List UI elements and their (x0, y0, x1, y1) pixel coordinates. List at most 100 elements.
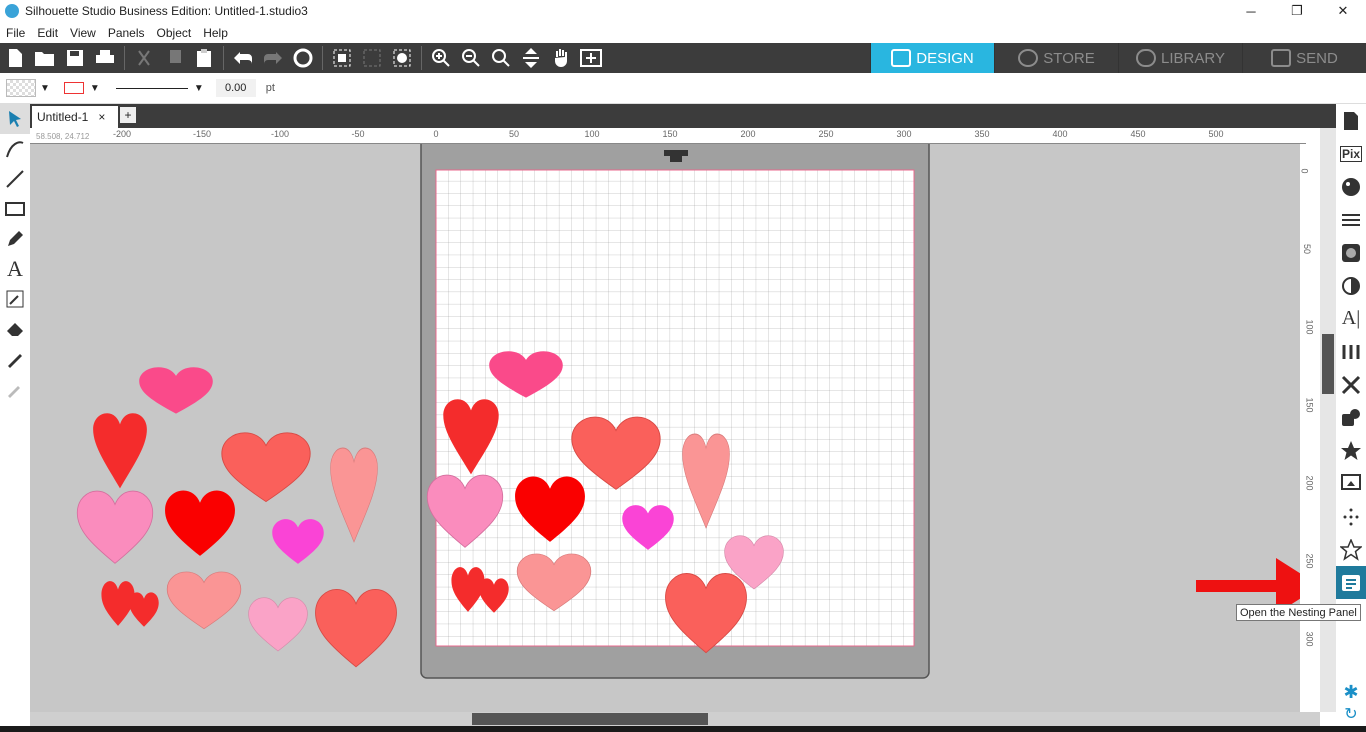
menu-view[interactable]: View (64, 26, 102, 40)
workspace-tabs: DESIGN STORE LIBRARY SEND (870, 43, 1366, 73)
transform-icon[interactable] (1336, 368, 1366, 401)
menu-bar: File Edit View Panels Object Help (0, 22, 1366, 43)
zoom-select-icon[interactable] (486, 43, 516, 73)
print-icon[interactable] (90, 43, 120, 73)
left-toolbar: A (0, 104, 30, 732)
line-style-icon[interactable] (1336, 203, 1366, 236)
vertical-scroll-thumb[interactable] (1322, 334, 1334, 394)
app-logo-icon (5, 4, 19, 18)
tab-library[interactable]: LIBRARY (1118, 43, 1242, 73)
cut-icon[interactable] (129, 43, 159, 73)
undo-icon[interactable] (228, 43, 258, 73)
heart-shape[interactable] (315, 588, 397, 668)
fill-color-icon[interactable] (1336, 170, 1366, 203)
vertical-scrollbar[interactable] (1320, 128, 1336, 712)
heart-shape[interactable] (248, 597, 308, 652)
vertical-ruler: 0 50 100 150 200 250 300 (1300, 144, 1320, 712)
tab-design[interactable]: DESIGN (870, 43, 994, 73)
trace-icon[interactable] (1336, 269, 1366, 302)
line-color-swatch[interactable] (63, 82, 84, 94)
redo-icon[interactable] (258, 43, 288, 73)
heart-shape[interactable] (165, 490, 235, 556)
design-canvas[interactable] (30, 144, 1300, 712)
menu-edit[interactable]: Edit (31, 26, 64, 40)
modify-icon[interactable] (1336, 434, 1366, 467)
line-weight-input[interactable]: 0.00 (215, 79, 256, 97)
nesting-panel-icon[interactable] (1336, 566, 1366, 599)
zoom-fit-icon[interactable] (576, 43, 606, 73)
tab-store[interactable]: STORE (994, 43, 1118, 73)
heart-shape[interactable] (272, 519, 324, 564)
copy-icon[interactable] (159, 43, 189, 73)
document-tab[interactable]: Untitled-1 × (32, 106, 118, 128)
eraser-tool-icon[interactable] (0, 314, 30, 344)
horizontal-scrollbar[interactable] (30, 712, 1320, 726)
group-icon[interactable] (327, 43, 357, 73)
fill-swatch[interactable] (6, 79, 36, 97)
heart-shape[interactable] (221, 432, 311, 503)
knife-tool-icon[interactable] (0, 344, 30, 374)
text-tool-icon[interactable]: A (0, 254, 30, 284)
point-edit-icon[interactable] (0, 134, 30, 164)
offset-icon[interactable] (1336, 467, 1366, 500)
window-title: Silhouette Studio Business Edition: Unti… (25, 4, 308, 18)
main-toolbar: DESIGN STORE LIBRARY SEND (0, 43, 1366, 73)
right-panel-bar: Pix A| ◀ (1336, 104, 1366, 732)
menu-file[interactable]: File (0, 26, 31, 40)
close-tab-icon[interactable]: × (98, 110, 105, 124)
close-window-button[interactable]: ✕ (1320, 0, 1366, 22)
line-weight-unit: pt (265, 82, 275, 94)
heart-shape[interactable] (129, 592, 159, 627)
quick-access-bar: ▼ ▼ ▼ 0.00 pt (0, 73, 1366, 104)
line-style-preview[interactable] (115, 87, 188, 89)
canvas-drawing (76, 144, 1300, 679)
pencil-tool-icon[interactable] (0, 224, 30, 254)
align-icon[interactable] (1336, 335, 1366, 368)
redraw-icon[interactable] (288, 43, 318, 73)
bottom-edge (0, 726, 1366, 732)
zoom-out-icon[interactable] (456, 43, 486, 73)
line-color-dropdown-icon[interactable]: ▼ (90, 83, 100, 94)
heart-shape[interactable] (93, 413, 147, 489)
eyedropper-tool-icon[interactable] (0, 374, 30, 404)
add-tab-button[interactable]: + (120, 107, 136, 123)
favorites-star-icon[interactable] (1336, 533, 1366, 566)
menu-help[interactable]: Help (197, 26, 234, 40)
new-file-icon[interactable] (0, 43, 30, 73)
sync-icon[interactable]: ↻ (1340, 704, 1362, 724)
text-style-icon[interactable]: A| (1336, 302, 1366, 335)
fill-tool-icon[interactable] (0, 284, 30, 314)
paste-icon[interactable] (189, 43, 219, 73)
line-style-dropdown-icon[interactable]: ▼ (194, 83, 204, 94)
image-effects-icon[interactable] (1336, 236, 1366, 269)
zoom-in-icon[interactable] (426, 43, 456, 73)
line-tool-icon[interactable] (0, 164, 30, 194)
menu-object[interactable]: Object (151, 26, 198, 40)
sketch-icon[interactable] (1336, 500, 1366, 533)
ungroup-icon[interactable] (357, 43, 387, 73)
open-folder-icon[interactable] (30, 43, 60, 73)
compound-path-icon[interactable] (387, 43, 417, 73)
page-setup-icon[interactable] (1336, 104, 1366, 137)
replicate-icon[interactable] (1336, 401, 1366, 434)
select-tool-icon[interactable] (0, 104, 30, 134)
save-icon[interactable] (60, 43, 90, 73)
heart-shape[interactable] (76, 490, 154, 564)
heart-shape[interactable] (139, 367, 213, 414)
nesting-panel-tooltip: Open the Nesting Panel (1236, 604, 1361, 621)
pan-hand-icon[interactable] (546, 43, 576, 73)
tab-send[interactable]: SEND (1242, 43, 1366, 73)
heart-shape[interactable] (166, 571, 242, 630)
restore-button[interactable]: ❐ (1274, 0, 1320, 22)
fill-dropdown-icon[interactable]: ▼ (40, 83, 50, 94)
settings-gear-icon[interactable]: ✱ (1340, 682, 1362, 702)
fit-to-page-icon[interactable] (516, 43, 546, 73)
minimize-button[interactable]: ─ (1228, 0, 1274, 22)
store-icon (1018, 49, 1039, 67)
pixscan-icon[interactable]: Pix (1336, 137, 1366, 170)
rectangle-tool-icon[interactable] (0, 194, 30, 224)
menu-panels[interactable]: Panels (102, 26, 151, 40)
heart-shape[interactable] (329, 447, 379, 543)
cutter-icon (1271, 49, 1292, 67)
horizontal-scroll-thumb[interactable] (472, 713, 708, 725)
